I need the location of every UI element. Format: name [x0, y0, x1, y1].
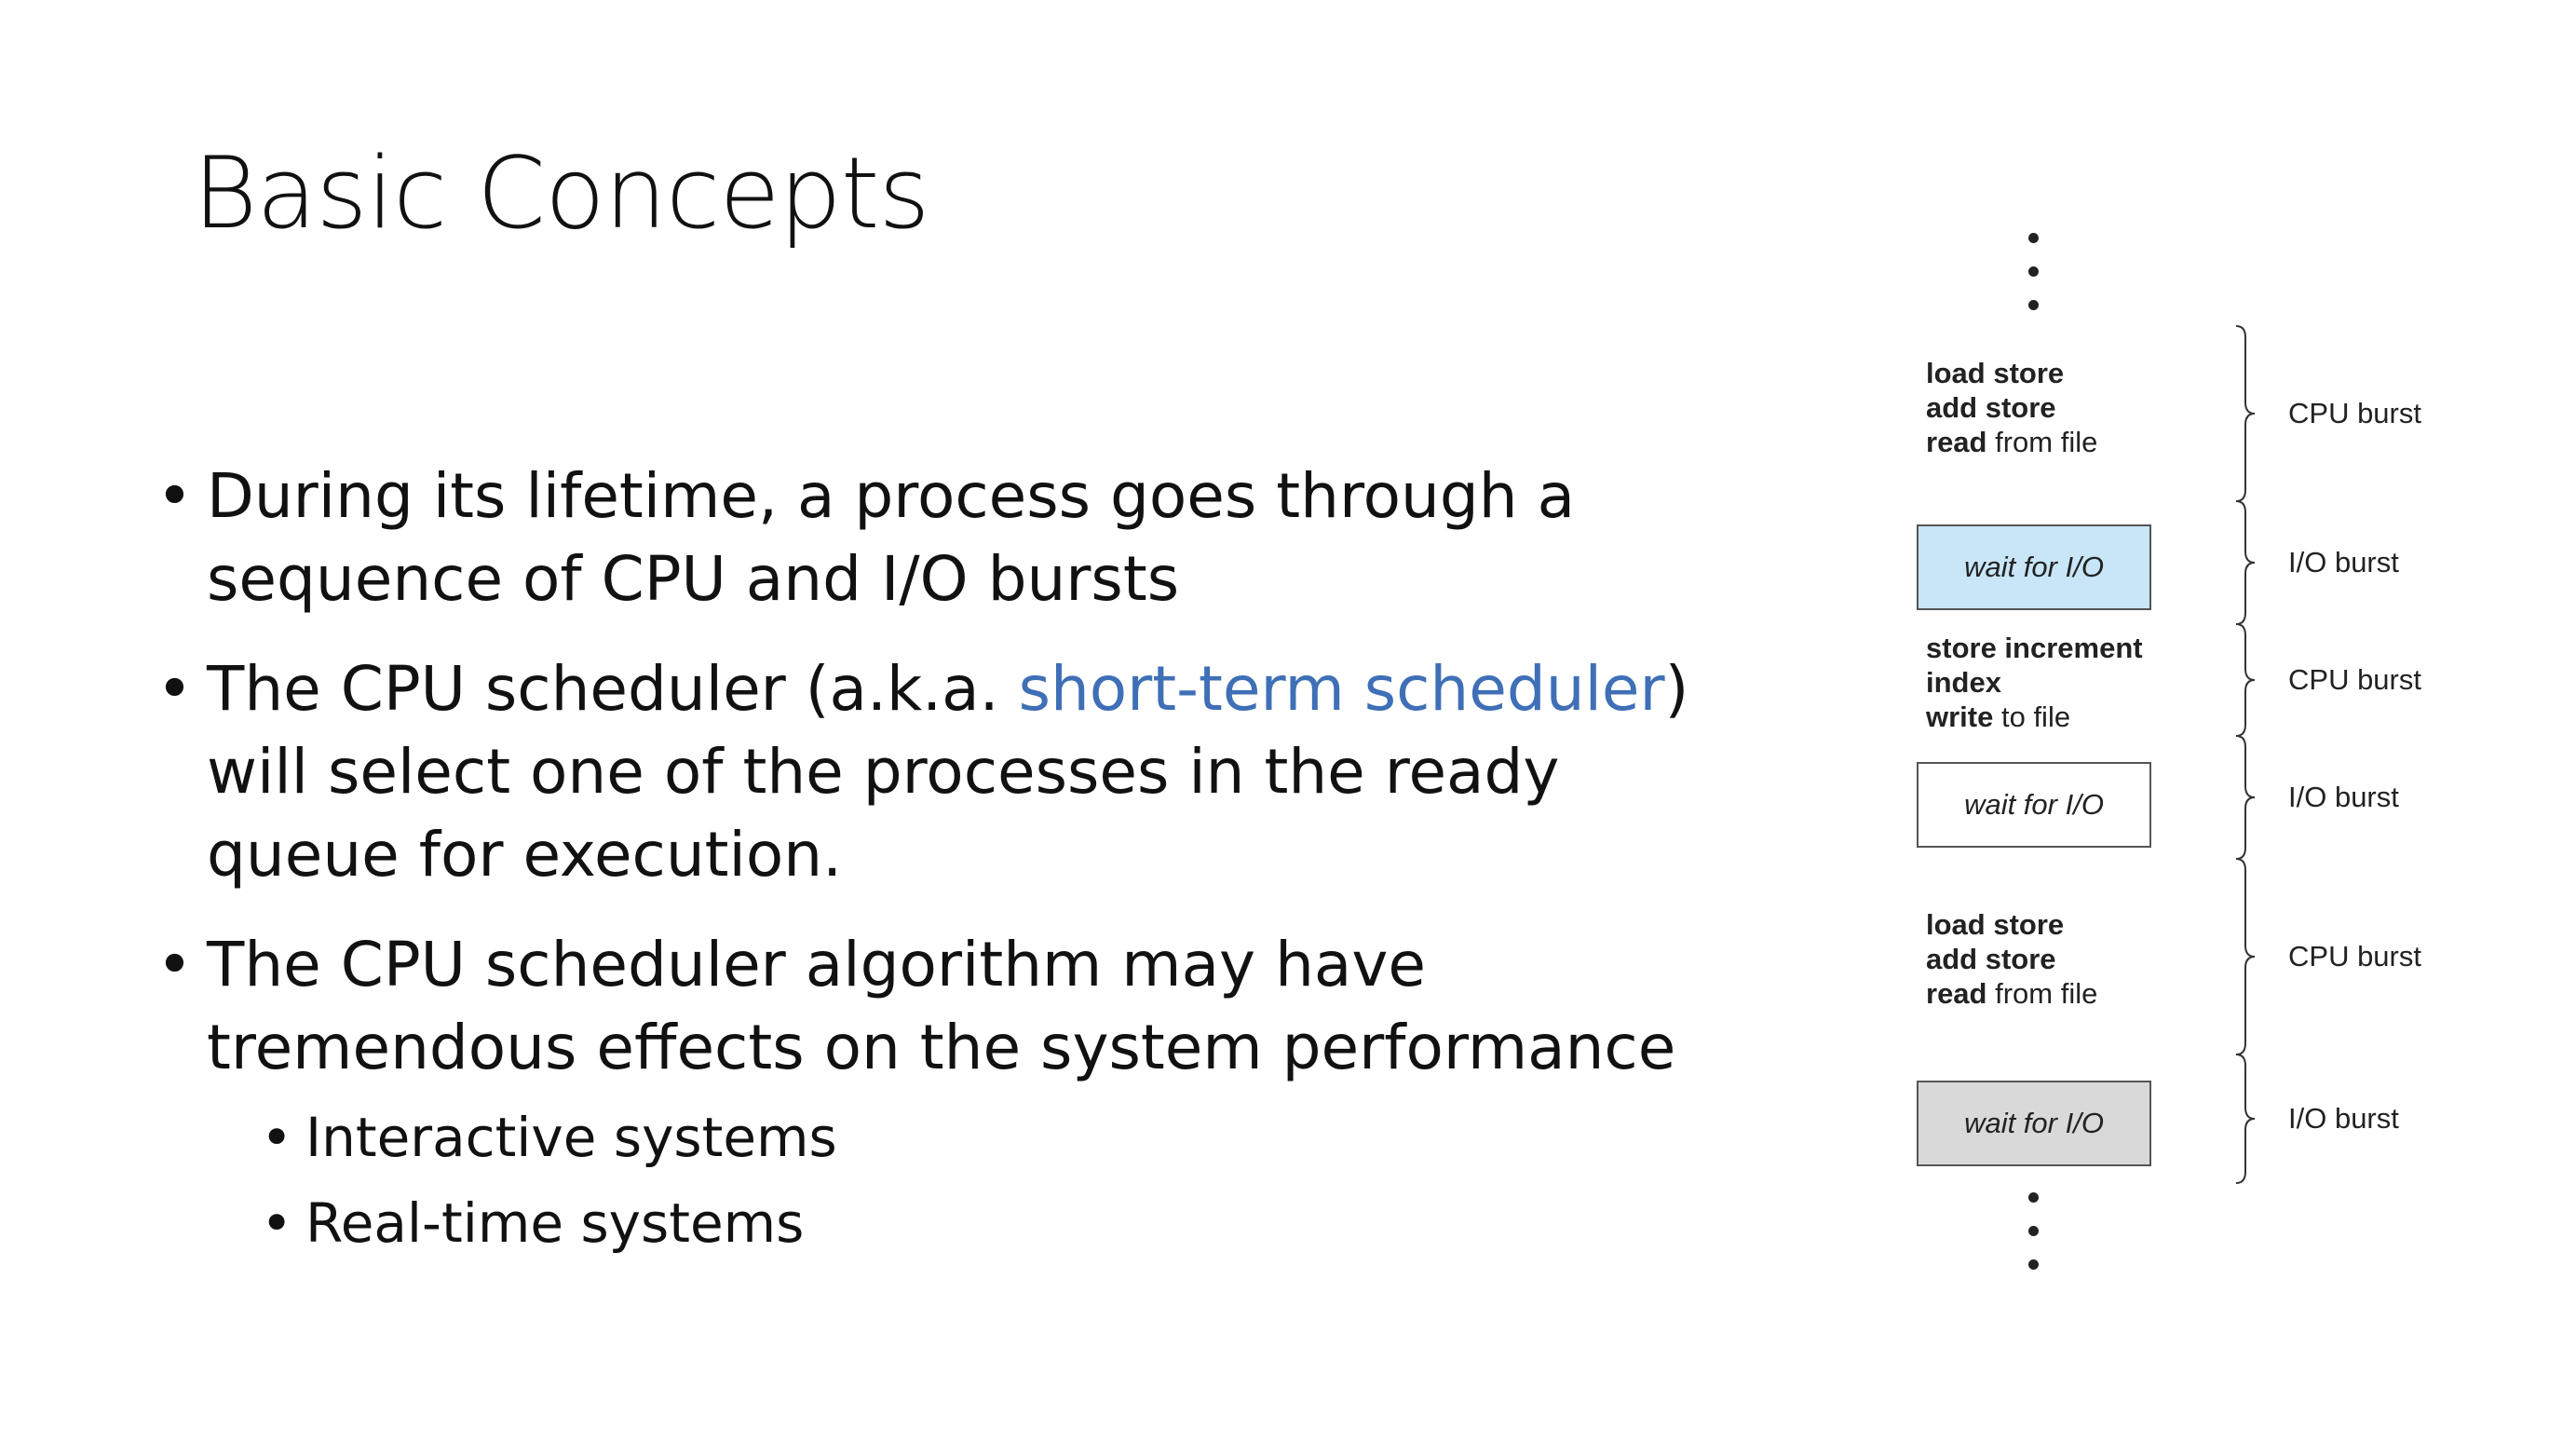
- sub-bullet-item: • Real-time systems: [207, 1180, 1714, 1266]
- instruction-text: to file: [1993, 701, 2071, 733]
- instruction-line: add store: [1926, 390, 2097, 425]
- io-wait-box: wait for I/O: [1917, 1081, 2151, 1166]
- instruction-keyword: add store: [1926, 391, 2056, 424]
- burst-diagram: load store add store read from file CPU bur…: [1891, 214, 2542, 1304]
- io-burst-label: I/O burst: [2288, 781, 2399, 813]
- bullet-text: The CPU scheduler algorithm may have tre…: [207, 929, 1676, 1083]
- slide: Basic Concepts • During its lifetime, a p…: [0, 0, 2576, 1442]
- io-burst-label: I/O burst: [2288, 546, 2399, 578]
- brace-icon: [2235, 500, 2256, 625]
- brace-icon: [2235, 325, 2256, 502]
- instruction-keyword: read: [1926, 977, 1987, 1010]
- bullet-text: During its lifetime, a process goes thro…: [207, 460, 1576, 615]
- instruction-keyword: add store: [1926, 943, 2056, 975]
- instruction-keyword: load store: [1926, 908, 2065, 941]
- highlighted-term: short-term scheduler: [1018, 653, 1665, 725]
- io-burst-label: I/O burst: [2288, 1102, 2399, 1135]
- cpu-instructions: store increment index write to file: [1926, 631, 2143, 734]
- bullet-icon: •: [156, 460, 193, 532]
- brace-icon: [2235, 858, 2256, 1055]
- cpu-burst-label: CPU burst: [2288, 397, 2421, 429]
- instruction-line: load store: [1926, 907, 2097, 942]
- sub-bullet-list: • Interactive systems • Real-time systems: [207, 1095, 1714, 1266]
- instruction-keyword: index: [1926, 666, 2001, 699]
- instruction-line: write to file: [1926, 700, 2143, 734]
- instruction-line: store increment: [1926, 631, 2143, 665]
- brace-icon: [2235, 623, 2256, 737]
- instruction-text: from file: [1986, 426, 2098, 458]
- instruction-line: read from file: [1926, 425, 2097, 459]
- cpu-burst-label: CPU burst: [2288, 940, 2421, 973]
- bullet-item: • The CPU scheduler algorithm may have tr…: [149, 923, 1714, 1266]
- bullet-list: • During its lifetime, a process goes thr…: [149, 455, 1714, 1293]
- instruction-line: read from file: [1926, 976, 2097, 1011]
- instruction-keyword: write: [1926, 701, 1994, 733]
- instruction-text: from file: [1986, 977, 2098, 1010]
- bullet-icon: •: [261, 1191, 293, 1255]
- brace-icon: [2235, 735, 2256, 860]
- cpu-instructions: load store add store read from file: [1926, 907, 2097, 1011]
- sub-bullet-text: Interactive systems: [305, 1106, 837, 1169]
- io-wait-box: wait for I/O: [1917, 524, 2151, 610]
- instruction-keyword: store increment: [1926, 632, 2143, 664]
- bullet-icon: •: [156, 929, 193, 1000]
- bullet-text: The CPU scheduler (a.k.a.: [207, 653, 1019, 725]
- sub-bullet-item: • Interactive systems: [207, 1095, 1714, 1180]
- io-wait-box: wait for I/O: [1917, 762, 2151, 848]
- brace-icon: [2235, 1054, 2256, 1184]
- instruction-line: add store: [1926, 942, 2097, 976]
- bullet-icon: •: [261, 1106, 293, 1169]
- bullet-item: • The CPU scheduler (a.k.a. short-term sc…: [149, 647, 1714, 896]
- instruction-line: index: [1926, 665, 2143, 700]
- cpu-burst-label: CPU burst: [2288, 663, 2421, 696]
- instruction-line: load store: [1926, 356, 2097, 390]
- cpu-instructions: load store add store read from file: [1926, 356, 2097, 459]
- sub-bullet-text: Real-time systems: [305, 1191, 805, 1255]
- bullet-item: • During its lifetime, a process goes thr…: [149, 455, 1714, 620]
- instruction-keyword: load store: [1926, 357, 2065, 389]
- slide-title: Basic Concepts: [193, 136, 930, 251]
- instruction-keyword: read: [1926, 426, 1987, 458]
- bullet-icon: •: [156, 653, 193, 725]
